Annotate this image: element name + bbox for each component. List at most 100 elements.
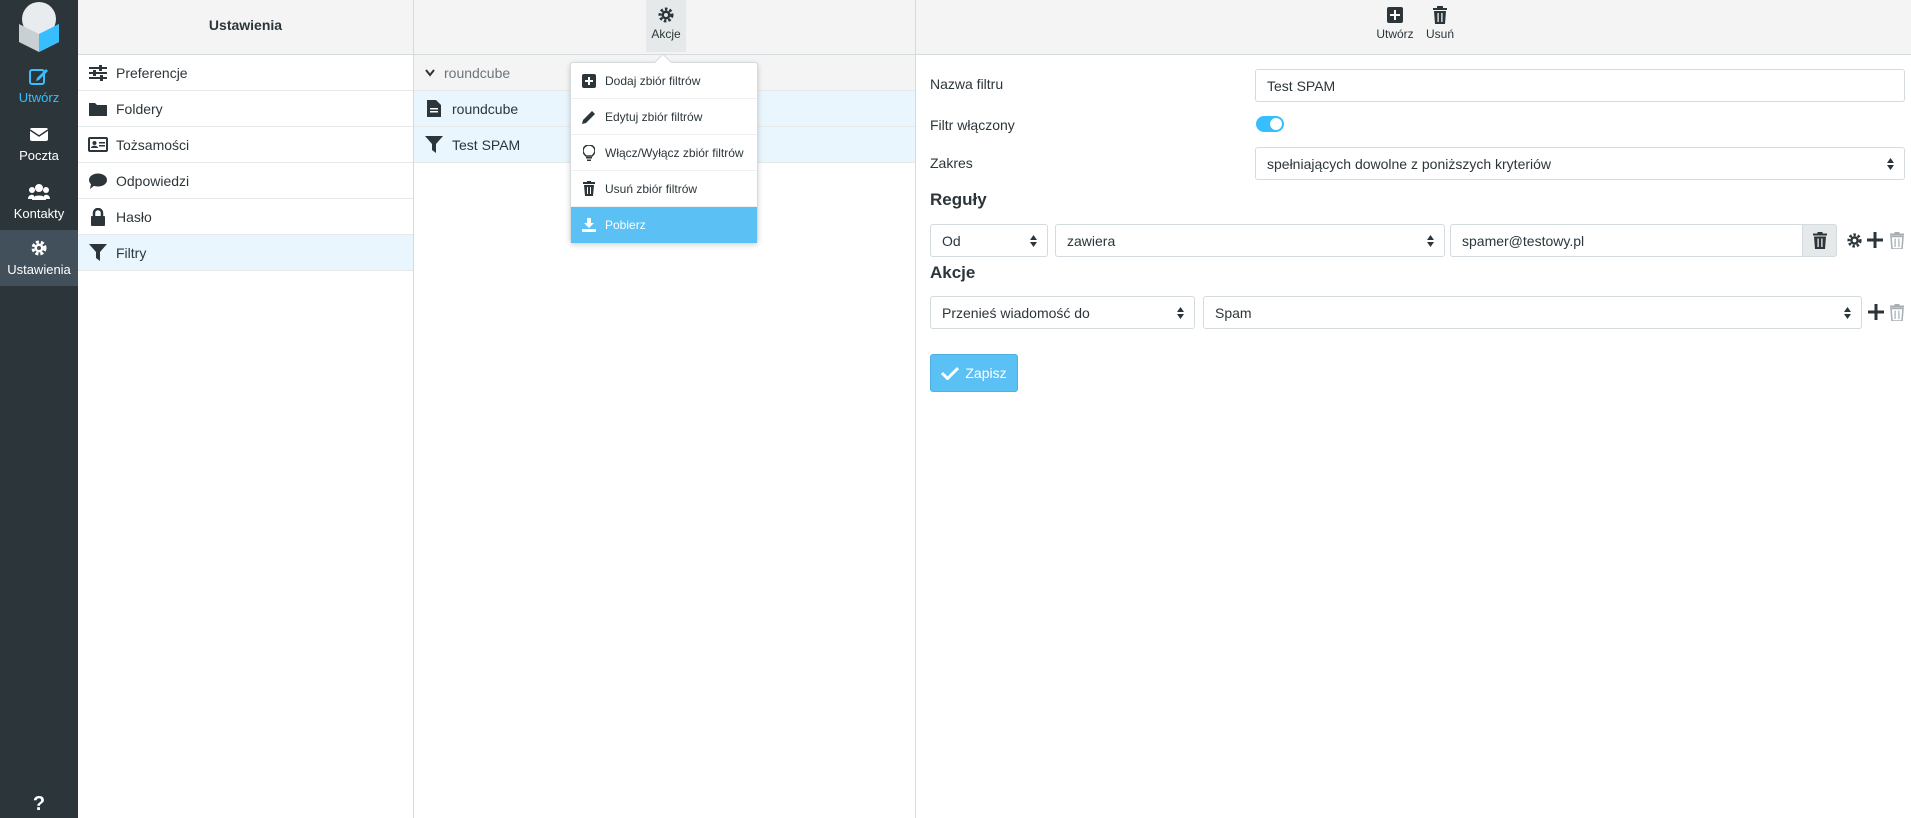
create-button[interactable]: Utwórz — [1374, 0, 1416, 52]
filterset-label: roundcube — [452, 100, 519, 117]
actions-menu: Dodaj zbiór filtrów Edytuj zbiór filtrów… — [570, 53, 758, 243]
menu-toggle-filterset[interactable]: Włącz/Wyłącz zbiór filtrów — [571, 135, 757, 171]
rule-header-select[interactable]: Od — [930, 224, 1048, 257]
scope-value: spełniających dowolne z poniższych kryte… — [1267, 155, 1552, 172]
settings-item-folders[interactable]: Foldery — [78, 91, 413, 127]
main-navigation: Utwórz Poczta Kontakty Ustawienia ? — [0, 0, 78, 818]
id-card-icon — [88, 136, 108, 154]
settings-item-label: Filtry — [116, 244, 147, 261]
folder-icon — [88, 100, 108, 118]
settings-item-identities[interactable]: Tożsamości — [78, 127, 413, 163]
scope-select[interactable]: spełniających dowolne z poniższych kryte… — [1255, 147, 1905, 180]
settings-item-label: Hasło — [116, 208, 152, 225]
settings-panel: Ustawienia Preferencje Foldery Tożsamośc… — [78, 0, 414, 818]
select-caret-icon — [1887, 158, 1894, 170]
rules-title: Reguły — [930, 190, 987, 209]
filter-icon — [424, 136, 444, 154]
create-button-label: Utwórz — [1376, 27, 1414, 41]
mail-icon — [29, 128, 49, 141]
action-add-plus-icon[interactable] — [1867, 303, 1885, 321]
settings-item-label: Preferencje — [116, 64, 188, 81]
rule-target-delete-button[interactable] — [1802, 224, 1837, 257]
rule-header-value: Od — [942, 232, 961, 249]
lock-icon — [88, 207, 108, 226]
settings-header: Ustawienia — [78, 0, 413, 55]
action-remove-trash-icon[interactable] — [1888, 303, 1906, 321]
delete-button[interactable]: Usuń — [1422, 0, 1458, 52]
action-target-select[interactable]: Spam — [1203, 296, 1862, 329]
contacts-icon — [28, 184, 50, 200]
filtersets-header: Akcje — [414, 0, 915, 55]
select-caret-icon — [1427, 235, 1434, 247]
action-type-select[interactable]: Przenieś wiadomość do — [930, 296, 1195, 329]
action-type-value: Przenieś wiadomość do — [942, 304, 1090, 321]
rule-advanced-gear-icon[interactable] — [1845, 231, 1863, 249]
action-target-value: Spam — [1215, 304, 1252, 321]
filter-edit-header: Utwórz Usuń — [916, 0, 1911, 55]
nav-compose[interactable]: Utwórz — [0, 58, 78, 114]
toggle-knob — [1270, 118, 1282, 130]
settings-item-filters[interactable]: Filtry — [78, 235, 413, 271]
nav-contacts-label: Kontakty — [13, 206, 65, 221]
chevron-down-icon — [424, 64, 436, 82]
download-icon — [581, 217, 597, 233]
filter-icon — [88, 244, 108, 262]
menu-item-label: Włącz/Wyłącz zbiór filtrów — [605, 145, 744, 160]
trash-icon — [1812, 232, 1827, 249]
filter-label: Test SPAM — [452, 136, 521, 153]
filter-enabled-label: Filtr włączony — [930, 117, 1015, 133]
plus-square-icon — [1387, 7, 1403, 23]
menu-edit-filterset[interactable]: Edytuj zbiór filtrów — [571, 99, 757, 135]
settings-item-responses[interactable]: Odpowiedzi — [78, 163, 413, 199]
check-icon — [941, 366, 960, 380]
gear-icon — [658, 7, 674, 23]
save-button-label: Zapisz — [965, 365, 1007, 381]
rule-target-input[interactable]: spamer@testowy.pl — [1450, 224, 1803, 257]
menu-item-label: Edytuj zbiór filtrów — [605, 109, 703, 124]
plus-square-icon — [581, 73, 597, 89]
rule-remove-trash-icon[interactable] — [1888, 231, 1906, 249]
settings-item-label: Odpowiedzi — [116, 172, 190, 189]
menu-download[interactable]: Pobierz — [571, 207, 757, 243]
menu-item-label: Pobierz — [605, 218, 646, 232]
nav-settings[interactable]: Ustawienia — [0, 230, 78, 286]
filter-name-label: Nazwa filtru — [930, 76, 1004, 92]
sliders-icon — [88, 64, 108, 82]
filter-name-input[interactable]: Test SPAM — [1255, 69, 1905, 102]
compose-icon — [29, 69, 48, 85]
nav-contacts[interactable]: Kontakty — [0, 174, 78, 230]
rule-operator-value: zawiera — [1067, 232, 1116, 249]
filter-edit-panel: Utwórz Usuń — [916, 0, 1911, 818]
rule-operator-select[interactable]: zawiera — [1055, 224, 1445, 257]
settings-icon — [31, 240, 47, 256]
select-caret-icon — [1177, 307, 1184, 319]
select-caret-icon — [1030, 235, 1037, 247]
nav-compose-label: Utwórz — [18, 90, 60, 105]
actions-button-label: Akcje — [651, 27, 681, 41]
menu-add-filterset[interactable]: Dodaj zbiór filtrów — [571, 63, 757, 99]
settings-item-password[interactable]: Hasło — [78, 199, 413, 235]
menu-item-label: Dodaj zbiór filtrów — [605, 73, 701, 88]
filter-enabled-toggle[interactable] — [1256, 116, 1284, 132]
trash-icon — [1433, 6, 1447, 24]
settings-item-preferences[interactable]: Preferencje — [78, 55, 413, 91]
scope-label: Zakres — [930, 155, 973, 171]
save-button[interactable]: Zapisz — [930, 354, 1018, 392]
nav-mail[interactable]: Poczta — [0, 116, 78, 172]
nav-mail-label: Poczta — [19, 148, 59, 163]
settings-item-label: Foldery — [116, 100, 163, 117]
help-icon[interactable]: ? — [0, 793, 78, 816]
rule-add-plus-icon[interactable] — [1866, 231, 1884, 249]
file-icon — [424, 100, 444, 118]
roundcube-logo[interactable] — [13, 2, 65, 52]
filterset-group-label: roundcube — [444, 64, 511, 81]
nav-settings-label: Ustawienia — [7, 262, 71, 277]
rule-target-value: spamer@testowy.pl — [1462, 232, 1585, 249]
pencil-icon — [581, 109, 597, 125]
menu-item-label: Usuń zbiór filtrów — [605, 181, 698, 196]
select-caret-icon — [1844, 307, 1851, 319]
menu-delete-filterset[interactable]: Usuń zbiór filtrów — [571, 171, 757, 207]
delete-button-label: Usuń — [1425, 27, 1454, 41]
filter-name-value: Test SPAM — [1267, 77, 1336, 94]
actions-button[interactable]: Akcje — [646, 0, 686, 52]
